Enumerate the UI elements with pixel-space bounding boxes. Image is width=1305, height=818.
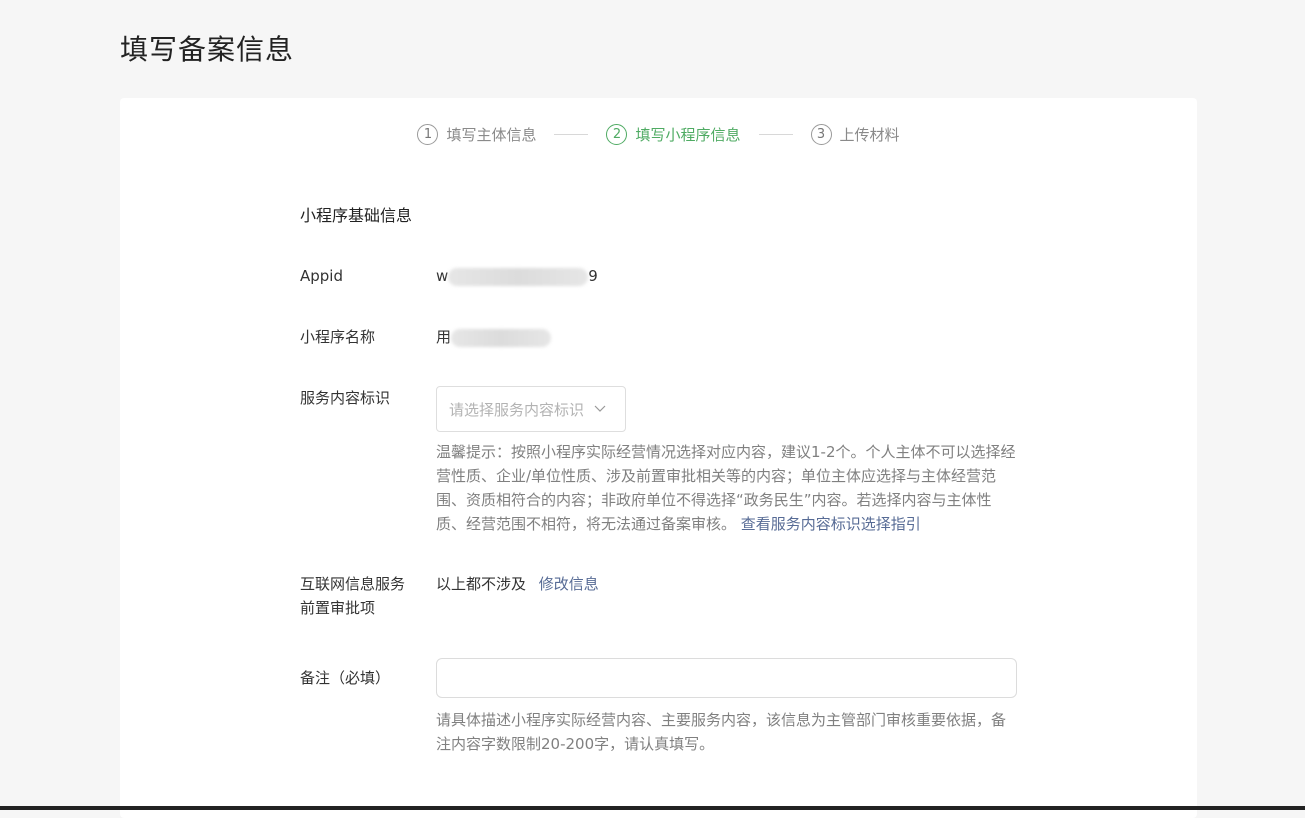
service-tag-guide-link[interactable]: 查看服务内容标识选择指引 [741, 515, 921, 533]
app-name-row: 小程序名称 用 [300, 325, 1060, 349]
appid-row: Appid w9 [300, 264, 1060, 288]
pre-approval-label: 互联网信息服务前置审批项 [300, 575, 406, 617]
step-1: 1 填写主体信息 [417, 124, 536, 145]
remark-input[interactable] [436, 658, 1017, 698]
step-3-label: 上传材料 [839, 126, 900, 144]
app-name-redacted [451, 328, 552, 347]
service-tag-placeholder: 请选择服务内容标识 [449, 400, 585, 419]
app-name-label: 小程序名称 [300, 328, 376, 346]
form-card: 1 填写主体信息 2 填写小程序信息 3 上传材料 小程序基础信息 Appid … [120, 98, 1197, 818]
page-title: 填写备案信息 [120, 33, 295, 66]
pre-approval-text: 以上都不涉及 [436, 575, 527, 593]
edit-info-link[interactable]: 修改信息 [539, 575, 599, 593]
step-divider [758, 134, 793, 135]
pre-approval-row: 互联网信息服务前置审批项 以上都不涉及 修改信息 [300, 572, 1060, 620]
chevron-down-icon [594, 402, 606, 416]
service-tag-row: 服务内容标识 请选择服务内容标识 温馨提示：按照小程序实际经营情况选择对应内容，… [300, 386, 1060, 536]
service-tag-field: 请选择服务内容标识 温馨提示：按照小程序实际经营情况选择对应内容，建议1-2个。… [436, 386, 1016, 536]
step-1-number: 1 [417, 124, 439, 145]
service-tag-select[interactable]: 请选择服务内容标识 [436, 386, 626, 432]
service-tag-tip-text: 温馨提示：按照小程序实际经营情况选择对应内容，建议1-2个。个人主体不可以选择经… [436, 443, 1016, 533]
app-name-value: 用 [436, 325, 552, 349]
app-name-prefix: 用 [436, 328, 452, 346]
step-2: 2 填写小程序信息 [606, 124, 741, 145]
appid-suffix: 9 [588, 267, 598, 285]
remark-label: 备注（必填） [300, 669, 391, 687]
service-tag-label: 服务内容标识 [300, 389, 391, 407]
appid-label: Appid [300, 267, 343, 285]
step-2-label: 填写小程序信息 [635, 126, 741, 144]
service-tag-tip: 温馨提示：按照小程序实际经营情况选择对应内容，建议1-2个。个人主体不可以选择经… [436, 440, 1016, 536]
step-3: 3 上传材料 [810, 124, 900, 145]
pre-approval-value: 以上都不涉及 修改信息 [436, 572, 599, 620]
step-divider [554, 134, 589, 135]
form: 小程序基础信息 Appid w9 小程序名称 用 服务内容标识 请选择服务内容标… [300, 202, 1060, 756]
step-2-number: 2 [606, 124, 628, 145]
remark-field: 请具体描述小程序实际经营内容、主要服务内容，该信息为主管部门审核重要依据，备注内… [436, 658, 1017, 756]
appid-redacted [448, 267, 589, 286]
appid-value: w9 [436, 264, 598, 288]
bottom-edge [0, 806, 1305, 810]
section-title: 小程序基础信息 [300, 206, 413, 225]
remark-row: 备注（必填） 请具体描述小程序实际经营内容、主要服务内容，该信息为主管部门审核重… [300, 658, 1060, 756]
remark-tip: 请具体描述小程序实际经营内容、主要服务内容，该信息为主管部门审核重要依据，备注内… [436, 711, 1007, 753]
stepper: 1 填写主体信息 2 填写小程序信息 3 上传材料 [120, 124, 1197, 145]
step-1-label: 填写主体信息 [446, 126, 537, 144]
appid-prefix: w [436, 267, 449, 285]
step-3-number: 3 [810, 124, 832, 145]
